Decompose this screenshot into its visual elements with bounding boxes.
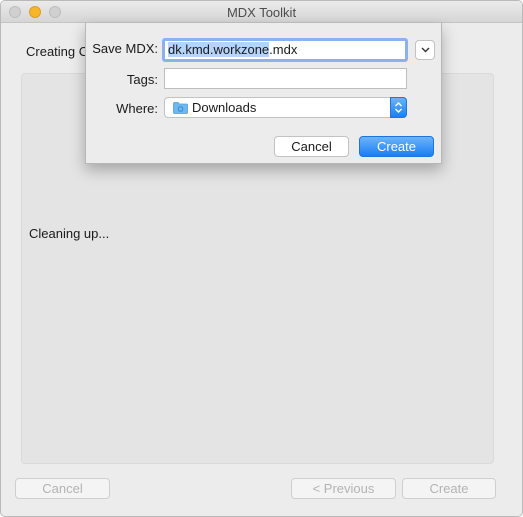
save-label: Save MDX:: [92, 41, 158, 56]
filename-field[interactable]: dk.kmd.workzone.mdx: [162, 38, 408, 62]
chevron-down-icon: [421, 47, 430, 53]
page-heading: Creating C: [26, 44, 89, 59]
dialog-create-button[interactable]: Create: [359, 136, 434, 157]
where-popup[interactable]: Downloads: [164, 97, 407, 118]
folder-icon: [173, 102, 188, 114]
where-label: Where:: [116, 101, 158, 116]
create-button[interactable]: Create: [402, 478, 496, 499]
filename-extension: .mdx: [269, 42, 298, 57]
dialog-cancel-button[interactable]: Cancel: [274, 136, 349, 157]
window-title: MDX Toolkit: [226, 5, 297, 20]
popup-arrows[interactable]: [390, 97, 407, 118]
filename-selection: dk.kmd.workzone: [168, 42, 270, 57]
save-dialog: Save MDX: dk.kmd.workzone.mdx Tags: Wher…: [85, 23, 442, 164]
expand-dialog-button[interactable]: [415, 40, 435, 60]
where-value: Downloads: [192, 100, 257, 115]
cancel-button[interactable]: Cancel: [15, 478, 110, 499]
previous-button[interactable]: < Previous: [291, 478, 396, 499]
app-window: MDX Toolkit Creating C Cleaning up... Ca…: [0, 0, 523, 517]
title-bar[interactable]: MDX Toolkit: [1, 1, 522, 23]
tags-label: Tags:: [126, 72, 158, 87]
tags-field[interactable]: [164, 68, 407, 89]
up-down-arrows-icon: [395, 102, 402, 113]
status-text: Cleaning up...: [29, 226, 110, 241]
